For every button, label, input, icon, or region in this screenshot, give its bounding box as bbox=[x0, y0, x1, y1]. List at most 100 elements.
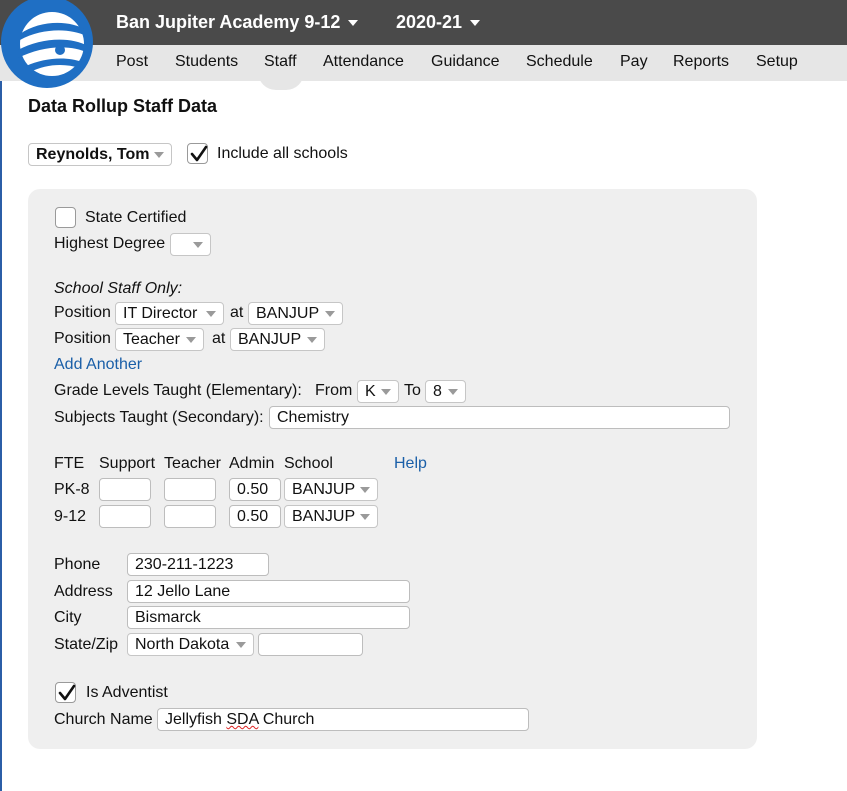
school-name: Ban Jupiter Academy 9-12 bbox=[116, 12, 341, 32]
fte-header: FTE bbox=[54, 455, 85, 472]
nav-attendance[interactable]: Attendance bbox=[323, 53, 404, 71]
admin-value: 0.50 bbox=[237, 508, 269, 525]
subjects-label: Subjects Taught (Secondary): bbox=[54, 409, 264, 426]
teacher-input[interactable] bbox=[164, 478, 216, 501]
page-title: Data Rollup Staff Data bbox=[28, 96, 218, 116]
support-input[interactable] bbox=[99, 478, 151, 501]
chevron-down-icon bbox=[186, 337, 196, 343]
highest-degree-label: Highest Degree bbox=[54, 235, 166, 252]
admin-value: 0.50 bbox=[237, 481, 269, 498]
subjects-input[interactable]: Chemistry bbox=[269, 406, 730, 429]
phone-label: Phone bbox=[54, 556, 101, 573]
fte-school-select[interactable]: BANJUP bbox=[284, 505, 378, 528]
state-select[interactable]: North Dakota bbox=[127, 633, 254, 656]
checkmark-icon bbox=[58, 684, 76, 701]
nav-students[interactable]: Students bbox=[175, 53, 238, 71]
phone-value: 230-211-1223 bbox=[135, 556, 234, 573]
year-name: 2020-21 bbox=[396, 12, 463, 32]
position-label: Position bbox=[54, 304, 111, 321]
grade-to-label: To bbox=[404, 382, 421, 399]
school-staff-only-heading: School Staff Only: bbox=[54, 280, 183, 297]
nav-reports[interactable]: Reports bbox=[673, 53, 729, 71]
help-link[interactable]: Help bbox=[394, 455, 427, 473]
fte-school-select[interactable]: BANJUP bbox=[284, 478, 378, 501]
staff-select-value: Reynolds, Tom bbox=[36, 146, 150, 163]
grade-from-value: K bbox=[365, 383, 376, 400]
chevron-down-icon bbox=[448, 389, 458, 395]
chevron-down-icon bbox=[193, 242, 203, 248]
position-value: Teacher bbox=[123, 331, 180, 348]
church-name-input[interactable]: Jellyfish SDA Church bbox=[157, 708, 529, 731]
chevron-down-icon bbox=[381, 389, 391, 395]
staff-select[interactable]: Reynolds, Tom bbox=[28, 143, 172, 166]
city-input[interactable]: Bismarck bbox=[127, 606, 410, 629]
chevron-down-icon bbox=[360, 487, 370, 493]
grade-to-value: 8 bbox=[433, 383, 442, 400]
state-value: North Dakota bbox=[135, 636, 230, 653]
fte-row-label: 9-12 bbox=[54, 508, 87, 525]
chevron-down-icon bbox=[470, 20, 481, 27]
chevron-down-icon bbox=[348, 20, 359, 27]
support-input[interactable] bbox=[99, 505, 151, 528]
admin-input[interactable]: 0.50 bbox=[229, 505, 281, 528]
teacher-input[interactable] bbox=[164, 505, 216, 528]
nav-setup[interactable]: Setup bbox=[756, 53, 798, 71]
admin-header: Admin bbox=[229, 455, 275, 472]
church-name-label: Church Name bbox=[54, 711, 153, 728]
position-select[interactable]: Teacher bbox=[115, 328, 204, 351]
state-certified-checkbox[interactable] bbox=[55, 207, 76, 228]
chevron-down-icon bbox=[206, 311, 216, 317]
nav-pay[interactable]: Pay bbox=[620, 53, 648, 71]
add-another-link[interactable]: Add Another bbox=[54, 356, 142, 374]
position-school-select[interactable]: BANJUP bbox=[230, 328, 325, 351]
chevron-down-icon bbox=[154, 152, 164, 158]
teacher-header: Teacher bbox=[164, 455, 221, 472]
church-name-end: Church bbox=[258, 711, 315, 728]
highest-degree-select[interactable] bbox=[170, 233, 211, 256]
jupiter-logo-icon[interactable] bbox=[0, 0, 95, 92]
include-all-schools-label: Include all schools bbox=[217, 145, 348, 162]
is-adventist-label: Is Adventist bbox=[86, 684, 168, 701]
include-all-schools-checkbox[interactable] bbox=[187, 143, 208, 164]
fte-row-label: PK-8 bbox=[54, 481, 90, 498]
address-label: Address bbox=[54, 583, 113, 600]
grade-from-select[interactable]: K bbox=[357, 380, 399, 403]
nav-schedule[interactable]: Schedule bbox=[526, 53, 593, 71]
grade-to-select[interactable]: 8 bbox=[425, 380, 466, 403]
fte-school-value: BANJUP bbox=[292, 508, 356, 525]
church-name-start: Jellyfish bbox=[165, 711, 227, 728]
nav-staff[interactable]: Staff bbox=[264, 53, 297, 71]
school-header: School bbox=[284, 455, 333, 472]
address-input[interactable]: 12 Jello Lane bbox=[127, 580, 410, 603]
position-select[interactable]: IT Director bbox=[115, 302, 224, 325]
phone-input[interactable]: 230-211-1223 bbox=[127, 553, 269, 576]
admin-input[interactable]: 0.50 bbox=[229, 478, 281, 501]
position-school-value: BANJUP bbox=[256, 305, 320, 322]
church-name-misspelled: SDA bbox=[226, 711, 259, 728]
grade-from-label: From bbox=[315, 382, 353, 399]
school-selector[interactable]: Ban Jupiter Academy 9-12 bbox=[116, 12, 359, 33]
left-border bbox=[0, 0, 2, 791]
city-label: City bbox=[54, 609, 82, 626]
subjects-value: Chemistry bbox=[277, 409, 350, 426]
position-school-value: BANJUP bbox=[238, 331, 302, 348]
nav-post[interactable]: Post bbox=[116, 53, 148, 71]
position-label: Position bbox=[54, 330, 111, 347]
state-zip-label: State/Zip bbox=[54, 636, 119, 653]
chevron-down-icon bbox=[325, 311, 335, 317]
position-at-label: at bbox=[212, 330, 226, 347]
chevron-down-icon bbox=[360, 514, 370, 520]
chevron-down-icon bbox=[236, 642, 246, 648]
nav-guidance[interactable]: Guidance bbox=[431, 53, 500, 71]
support-header: Support bbox=[99, 455, 156, 472]
checkmark-icon bbox=[190, 145, 208, 162]
is-adventist-checkbox[interactable] bbox=[55, 682, 76, 703]
city-value: Bismarck bbox=[135, 609, 201, 626]
zip-input[interactable] bbox=[258, 633, 363, 656]
grade-levels-label: Grade Levels Taught (Elementary): bbox=[54, 382, 302, 399]
state-certified-label: State Certified bbox=[85, 209, 187, 226]
position-school-select[interactable]: BANJUP bbox=[248, 302, 343, 325]
nav-active-indicator bbox=[258, 72, 304, 90]
year-selector[interactable]: 2020-21 bbox=[396, 12, 481, 33]
position-at-label: at bbox=[230, 304, 244, 321]
